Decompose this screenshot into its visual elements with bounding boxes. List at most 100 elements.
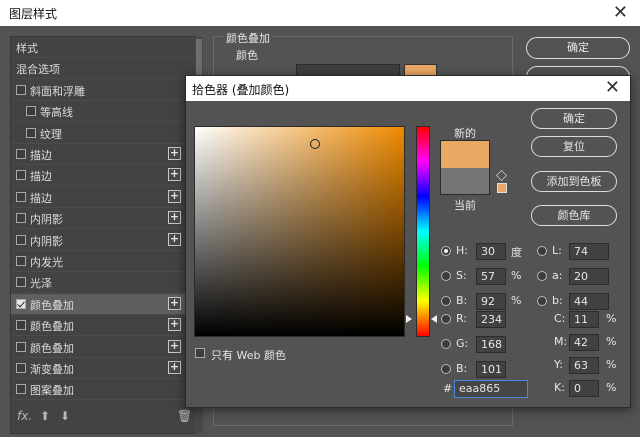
style-checkbox[interactable] bbox=[16, 256, 26, 266]
rgb-value-input[interactable]: 101 bbox=[476, 361, 506, 378]
style-checkbox[interactable] bbox=[16, 363, 26, 373]
hue-slider-arrow-right[interactable] bbox=[431, 315, 437, 324]
add-icon[interactable]: + bbox=[168, 189, 181, 203]
rgb-value-input[interactable]: 234 bbox=[476, 311, 506, 328]
style-checkbox[interactable] bbox=[16, 341, 26, 352]
add-icon[interactable]: + bbox=[168, 211, 181, 225]
hex-input[interactable]: eaa865 bbox=[454, 380, 528, 398]
style-list-item-label: 光泽 bbox=[30, 277, 52, 291]
add-icon[interactable]: + bbox=[168, 232, 181, 246]
style-list-item[interactable]: 描边 + bbox=[11, 187, 195, 208]
color-cursor[interactable] bbox=[310, 138, 321, 149]
style-checkbox[interactable] bbox=[26, 127, 36, 138]
hsb-radio[interactable] bbox=[441, 296, 451, 306]
gamut-swatch[interactable] bbox=[497, 183, 507, 193]
style-checkbox[interactable] bbox=[16, 149, 26, 159]
cmyk-value-input[interactable]: 11 bbox=[569, 311, 599, 328]
style-list-item[interactable]: 样式 bbox=[11, 37, 195, 58]
color-libraries-button[interactable]: 颜色库 bbox=[531, 205, 617, 226]
style-list-item[interactable]: 颜色叠加 + bbox=[11, 293, 195, 315]
lab-radio[interactable] bbox=[537, 246, 547, 256]
style-checkbox[interactable] bbox=[16, 84, 26, 95]
hsb-label: S: bbox=[456, 269, 467, 282]
cmyk-label: K: bbox=[554, 381, 565, 394]
lab-label: L: bbox=[552, 244, 562, 257]
rgb-value-input[interactable]: 168 bbox=[476, 336, 506, 353]
cmyk-value-input[interactable]: 63 bbox=[569, 357, 599, 374]
style-list-item[interactable]: 等高线 bbox=[11, 101, 195, 123]
hue-slider-arrow-left[interactable] bbox=[406, 315, 412, 324]
add-icon[interactable]: + bbox=[168, 318, 181, 332]
style-list-item[interactable]: 描边 + bbox=[11, 144, 195, 165]
current-color-swatch[interactable] bbox=[440, 168, 490, 195]
style-list-item[interactable]: 描边 + bbox=[11, 165, 195, 187]
hsb-value-input[interactable]: 92 bbox=[476, 293, 506, 310]
trash-icon[interactable]: 🗑 bbox=[177, 409, 192, 423]
fx-icon[interactable]: fx. bbox=[17, 409, 32, 423]
layer-style-titlebar: 图层样式 ✕ bbox=[0, 0, 640, 26]
hsb-radio[interactable] bbox=[441, 271, 451, 281]
style-list-item-label: 内发光 bbox=[30, 256, 63, 269]
cmyk-label: Y: bbox=[554, 358, 563, 371]
style-list-item[interactable]: 图案叠加 bbox=[11, 379, 195, 401]
hsb-radio[interactable] bbox=[441, 246, 451, 256]
add-icon[interactable]: + bbox=[168, 339, 181, 353]
style-list-item-label: 描边 bbox=[30, 191, 52, 205]
color-picker-title: 拾色器 (叠加颜色) bbox=[192, 83, 290, 97]
style-list-item[interactable]: 内阴影 + bbox=[11, 208, 195, 230]
style-checkbox[interactable] bbox=[16, 277, 26, 288]
style-list-item[interactable]: 纹理 bbox=[11, 123, 195, 144]
style-checkbox[interactable] bbox=[26, 106, 36, 117]
style-list-item[interactable]: 光泽 bbox=[11, 272, 195, 294]
lab-radio[interactable] bbox=[537, 296, 547, 306]
saturation-brightness-field[interactable] bbox=[194, 126, 405, 337]
reset-button[interactable]: 复位 bbox=[531, 136, 617, 157]
lab-label: a: bbox=[552, 269, 563, 282]
add-icon[interactable]: + bbox=[168, 147, 181, 160]
style-checkbox[interactable] bbox=[16, 170, 26, 181]
ok-button[interactable]: 确定 bbox=[526, 37, 630, 59]
cmyk-value-input[interactable]: 42 bbox=[569, 334, 599, 351]
lab-radio[interactable] bbox=[537, 271, 547, 281]
style-list-item[interactable]: 斜面和浮雕 bbox=[11, 80, 195, 101]
out-of-gamut-cube-icon[interactable] bbox=[496, 170, 507, 181]
style-list-item[interactable]: 颜色叠加 + bbox=[11, 315, 195, 337]
add-icon[interactable]: + bbox=[168, 168, 181, 182]
style-list-item[interactable]: 渐变叠加 + bbox=[11, 358, 195, 379]
rgb-label: R: bbox=[456, 312, 468, 325]
rgb-radio[interactable] bbox=[441, 364, 451, 374]
style-checkbox[interactable] bbox=[16, 234, 26, 245]
style-list-item[interactable]: 颜色叠加 + bbox=[11, 337, 195, 358]
move-down-icon[interactable]: ⬇ bbox=[60, 409, 70, 423]
current-color-label: 当前 bbox=[454, 199, 476, 212]
style-checkbox[interactable] bbox=[16, 320, 26, 331]
hsb-value-input[interactable]: 30 bbox=[476, 243, 506, 260]
add-icon[interactable]: + bbox=[168, 296, 181, 310]
lab-value-input[interactable]: 44 bbox=[569, 293, 609, 310]
style-list-item-label: 图案叠加 bbox=[30, 384, 74, 398]
style-checkbox[interactable] bbox=[16, 298, 26, 309]
hsb-value-input[interactable]: 57 bbox=[476, 268, 506, 285]
rgb-radio[interactable] bbox=[441, 314, 451, 324]
style-checkbox[interactable] bbox=[16, 213, 26, 224]
style-list-item-label: 描边 bbox=[30, 170, 52, 184]
add-to-swatches-button[interactable]: 添加到色板 bbox=[531, 171, 617, 192]
web-colors-checkbox[interactable] bbox=[195, 348, 205, 358]
style-list-item[interactable]: 混合选项 bbox=[11, 58, 195, 80]
style-list-item-label: 颜色叠加 bbox=[30, 341, 74, 355]
rgb-radio[interactable] bbox=[441, 339, 451, 349]
style-list-item[interactable]: 内阴影 + bbox=[11, 230, 195, 251]
ok-button[interactable]: 确定 bbox=[531, 108, 617, 129]
close-icon[interactable]: ✕ bbox=[605, 77, 620, 98]
lab-value-input[interactable]: 74 bbox=[569, 243, 609, 260]
hue-slider[interactable] bbox=[416, 126, 430, 337]
add-icon[interactable]: + bbox=[168, 361, 181, 374]
lab-value-input[interactable]: 20 bbox=[569, 268, 609, 285]
style-checkbox[interactable] bbox=[16, 384, 26, 395]
cmyk-value-input[interactable]: 0 bbox=[569, 380, 599, 397]
color-picker-dialog: 拾色器 (叠加颜色) ✕ 只有 Web 颜色 新的 当前 确定 复位 添加到色板… bbox=[185, 75, 631, 408]
style-list-item[interactable]: 内发光 bbox=[11, 251, 195, 272]
close-icon[interactable]: ✕ bbox=[613, 2, 628, 23]
move-up-icon[interactable]: ⬆ bbox=[40, 409, 50, 423]
style-checkbox[interactable] bbox=[16, 191, 26, 202]
